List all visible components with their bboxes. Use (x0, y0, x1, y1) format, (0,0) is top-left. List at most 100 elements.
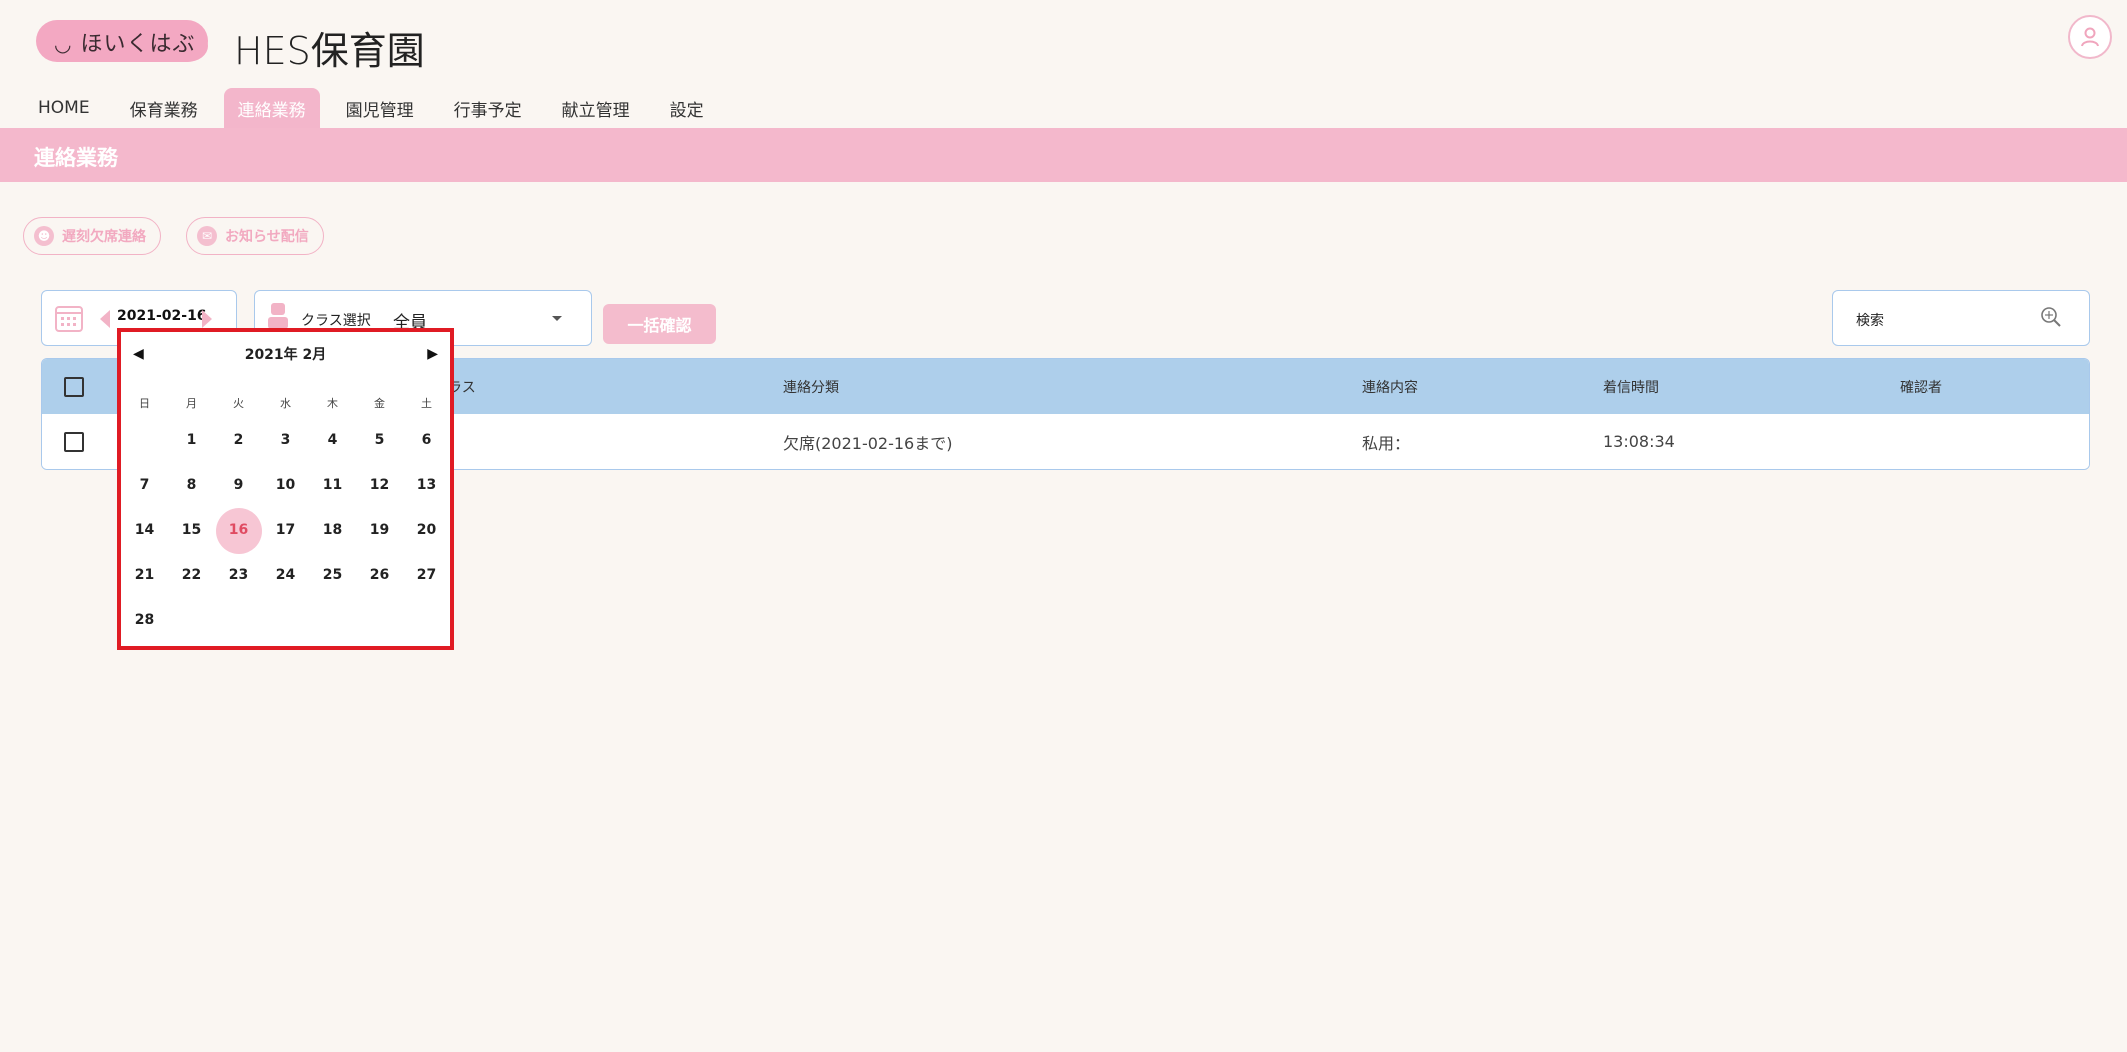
calendar-day-number: 18 (322, 522, 343, 538)
search-input[interactable]: 検索 (1856, 310, 1884, 330)
weekday-label: 土 (421, 397, 432, 410)
calendar-day-number: 4 (327, 432, 338, 448)
calendar-empty-cell (309, 598, 356, 643)
calendar-day[interactable]: 28 (121, 598, 168, 643)
row-checkbox[interactable] (64, 431, 84, 452)
calendar-day[interactable]: 26 (356, 553, 403, 598)
search-icon[interactable] (2039, 305, 2063, 329)
calendar-day[interactable]: 3 (262, 418, 309, 463)
calendar-day-number: 27 (416, 567, 437, 583)
calendar-day-number: 12 (369, 477, 390, 493)
calendar-day[interactable]: 21 (121, 553, 168, 598)
calendar-day[interactable]: 5 (356, 418, 403, 463)
weekday-label: 日 (139, 397, 150, 410)
calendar-day[interactable]: 4 (309, 418, 356, 463)
calendar-empty-cell (121, 418, 168, 463)
calendar-day-number: 16 (228, 522, 249, 538)
calendar-day[interactable]: 25 (309, 553, 356, 598)
calendar-day[interactable]: 15 (168, 508, 215, 553)
bulk-confirm-button[interactable]: 一括確認 (603, 304, 716, 344)
select-all-checkbox[interactable] (64, 376, 84, 397)
notice-button[interactable]: ✉ お知らせ配信 (186, 217, 324, 255)
weekday-label: 火 (233, 397, 244, 410)
calendar-day-number: 7 (139, 477, 150, 493)
calendar-day[interactable]: 13 (403, 463, 450, 508)
datepicker-popup: ◀ 2021年 2月 ▶ 日 月 火 水 木 金 土 1 2 3 4 5 6 7 8 9 10 11… (117, 328, 454, 650)
header-confirmer: 確認者 (1900, 379, 1942, 396)
main-nav: HOME 保育業務 連絡業務 園児管理 行事予定 献立管理 設定 (24, 88, 730, 128)
calendar-day[interactable]: 27 (403, 553, 450, 598)
calendar-day[interactable]: 19 (356, 508, 403, 553)
calendar-day[interactable]: 6 (403, 418, 450, 463)
calendar-day-number: 25 (322, 567, 343, 583)
header-content: 連絡内容 (1362, 379, 1418, 396)
person-icon (268, 303, 288, 329)
logo-text: ◡ ほいくはぶ (54, 32, 196, 57)
nav-menu[interactable]: 献立管理 (548, 88, 644, 128)
calendar-week: 14 15 16 17 18 19 20 (121, 507, 450, 554)
face-icon: ☻ (34, 226, 54, 246)
calendar-week: 1 2 3 4 5 6 (121, 418, 450, 463)
weekday-header: 日 月 火 水 木 金 土 (121, 390, 450, 418)
calendar-day-number: 10 (275, 477, 296, 493)
calendar-day-number: 21 (134, 567, 155, 583)
weekday-label: 木 (327, 397, 338, 410)
calendar-day[interactable]: 20 (403, 508, 450, 553)
calendar-day-number: 3 (280, 432, 291, 448)
page-title: 連絡業務 (34, 146, 118, 170)
calendar-day[interactable]: 17 (262, 508, 309, 553)
calendar-day-number: 13 (416, 477, 437, 493)
chevron-down-icon (552, 316, 562, 321)
next-month-icon[interactable]: ▶ (427, 346, 438, 362)
nav-children[interactable]: 園児管理 (332, 88, 428, 128)
calendar-day-number: 19 (369, 522, 390, 538)
weekday-label: 月 (186, 397, 197, 410)
calendar-day-number: 1 (186, 432, 197, 448)
row-category: 欠席(2021-02-16まで) (783, 433, 953, 453)
nav-events[interactable]: 行事予定 (440, 88, 536, 128)
calendar-day[interactable]: 7 (121, 463, 168, 508)
calendar-day-number: 26 (369, 567, 390, 583)
nav-childcare[interactable]: 保育業務 (116, 88, 212, 128)
calendar-day[interactable]: 22 (168, 553, 215, 598)
calendar-week: 7 8 9 10 11 12 13 (121, 463, 450, 508)
next-day-icon[interactable] (201, 309, 213, 329)
smile-icon: ◡ (54, 32, 73, 56)
calendar-day[interactable]: 2 (215, 418, 262, 463)
search-field[interactable]: 検索 (1832, 290, 2090, 346)
absence-contact-button[interactable]: ☻ 遅刻欠席連絡 (23, 217, 161, 255)
nav-home[interactable]: HOME (24, 88, 104, 128)
calendar-day-number: 9 (233, 477, 244, 493)
prev-day-icon[interactable] (99, 309, 111, 329)
calendar-empty-cell (356, 598, 403, 643)
user-avatar-button[interactable] (2068, 15, 2112, 59)
prev-month-icon[interactable]: ◀ (133, 346, 144, 362)
calendar-day[interactable]: 18 (309, 508, 356, 553)
calendar-day[interactable]: 11 (309, 463, 356, 508)
calendar-empty-cell (403, 598, 450, 643)
calendar-day[interactable]: 12 (356, 463, 403, 508)
datepicker-title: 2021年 2月 (244, 347, 327, 363)
calendar-day[interactable]: 16 (215, 507, 262, 554)
calendar-day-number: 15 (181, 522, 202, 538)
row-content: 私用： (1362, 433, 1411, 453)
calendar-icon[interactable] (54, 303, 84, 333)
date-value[interactable]: 2021-02-16 (117, 308, 207, 324)
calendar-day-number: 11 (322, 477, 343, 493)
calendar-day-number: 22 (181, 567, 202, 583)
calendar-day[interactable]: 14 (121, 508, 168, 553)
weekday-label: 水 (280, 397, 291, 410)
calendar-empty-cell (168, 598, 215, 643)
calendar-day[interactable]: 24 (262, 553, 309, 598)
header-received-time: 着信時間 (1603, 379, 1659, 396)
calendar-day[interactable]: 23 (215, 553, 262, 598)
datepicker-header: ◀ 2021年 2月 ▶ (121, 332, 450, 376)
calendar-day[interactable]: 1 (168, 418, 215, 463)
calendar-day[interactable]: 10 (262, 463, 309, 508)
nav-settings[interactable]: 設定 (656, 88, 718, 128)
class-select-label: クラス選択 (301, 313, 371, 329)
nav-communication[interactable]: 連絡業務 (223, 88, 320, 128)
calendar-day[interactable]: 9 (215, 463, 262, 508)
calendar-day-number: 2 (233, 432, 244, 448)
calendar-day[interactable]: 8 (168, 463, 215, 508)
